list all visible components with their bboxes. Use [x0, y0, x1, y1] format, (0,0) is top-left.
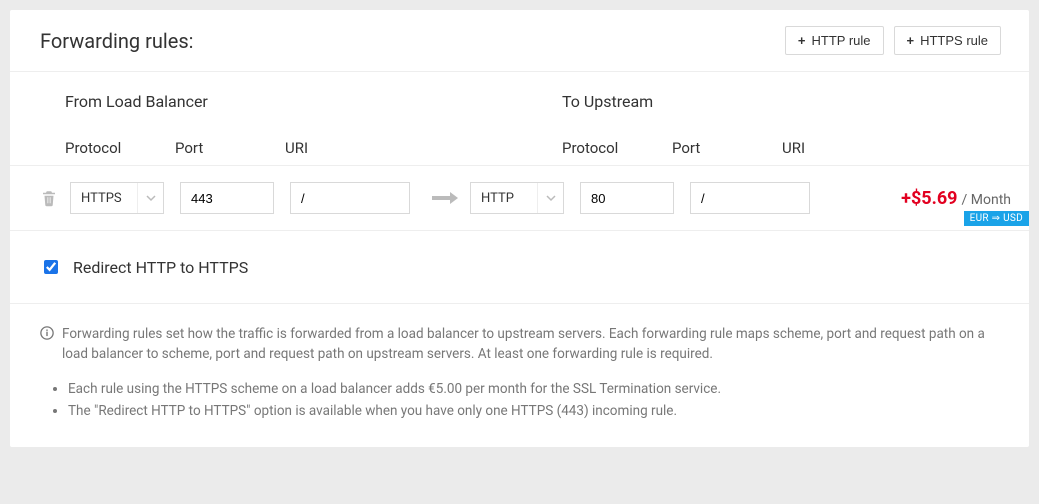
info-bullet: The "Redirect HTTP to HTTPS" option is a… [68, 401, 999, 421]
from-protocol-select[interactable]: HTTPS [70, 182, 164, 214]
plus-icon: + [798, 34, 806, 47]
column-headers-row: From Load Balancer Protocol Port URI To … [10, 71, 1029, 165]
redirect-label: Redirect HTTP to HTTPS [73, 258, 248, 277]
header-buttons: + HTTP rule + HTTPS rule [785, 26, 1001, 55]
col-protocol: Protocol [562, 139, 672, 157]
plus-icon: + [907, 34, 915, 47]
rule-price: +$5.69 / Month [901, 188, 1011, 209]
info-icon [40, 326, 54, 340]
button-label: HTTP rule [812, 33, 871, 48]
info-section: Forwarding rules set how the traffic is … [10, 303, 1029, 447]
currency-badge[interactable]: EUR ⇒ USD [964, 211, 1029, 226]
forwarding-rules-panel: Forwarding rules: + HTTP rule + HTTPS ru… [10, 10, 1029, 447]
to-protocol-select[interactable]: HTTP [470, 182, 564, 214]
info-bullet: Each rule using the HTTPS scheme on a lo… [68, 379, 999, 399]
from-fields: HTTPS [70, 182, 426, 214]
to-title: To Upstream [562, 92, 999, 111]
select-value: HTTPS [81, 191, 122, 206]
from-port-input[interactable] [180, 182, 274, 214]
redirect-checkbox[interactable] [44, 260, 58, 274]
rule-row: HTTPS HTTP +$5.69 / Month [10, 165, 1029, 220]
info-lead-text: Forwarding rules set how the traffic is … [62, 324, 999, 365]
select-value: HTTP [481, 191, 514, 206]
delete-rule-icon[interactable] [40, 189, 58, 207]
col-port: Port [672, 139, 782, 157]
info-list: Each rule using the HTTPS scheme on a lo… [68, 379, 999, 422]
arrow-right-icon [426, 191, 464, 205]
to-group: To Upstream Protocol Port URI [562, 92, 999, 157]
from-title: From Load Balancer [65, 92, 502, 111]
col-uri: URI [285, 139, 425, 157]
col-port: Port [175, 139, 285, 157]
add-http-rule-button[interactable]: + HTTP rule [785, 26, 884, 55]
price-amount: +$5.69 [901, 188, 957, 209]
add-https-rule-button[interactable]: + HTTPS rule [894, 26, 1002, 55]
to-port-input[interactable] [580, 182, 674, 214]
redirect-row: Redirect HTTP to HTTPS [10, 230, 1029, 303]
col-protocol: Protocol [65, 139, 175, 157]
col-uri: URI [782, 139, 922, 157]
to-uri-input[interactable] [690, 182, 810, 214]
price-suffix: / Month [962, 192, 1011, 208]
panel-header: Forwarding rules: + HTTP rule + HTTPS ru… [10, 10, 1029, 71]
from-group: From Load Balancer Protocol Port URI [65, 92, 502, 157]
panel-title: Forwarding rules: [40, 29, 194, 53]
to-fields: HTTP [470, 182, 826, 214]
button-label: HTTPS rule [920, 33, 988, 48]
chevron-down-icon [137, 183, 163, 213]
chevron-down-icon [537, 183, 563, 213]
from-uri-input[interactable] [290, 182, 410, 214]
